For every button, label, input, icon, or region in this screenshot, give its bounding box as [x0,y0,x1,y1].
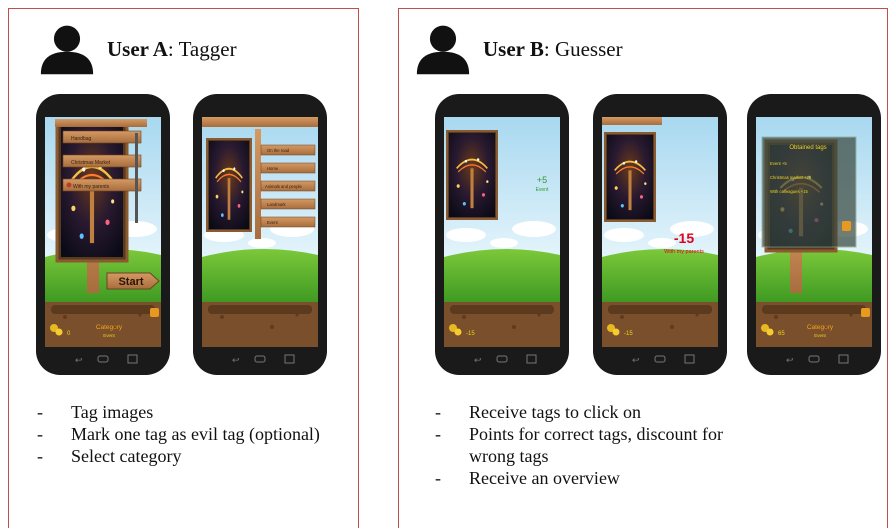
tag-sign-label-3: With my parents [73,184,110,190]
user-a-panel: User A: Tagger Handbag Christmas Market … [8,8,359,528]
user-b-title: User B: Guesser [483,37,623,62]
score-delta: -15 [674,230,694,246]
category-sign-label-5: Event [267,220,279,225]
overview-item-1: Event +5 [770,161,787,166]
category-label: Category [807,324,834,331]
tagger-phone-tagging: Handbag Christmas Market With my parents… [36,94,170,375]
coins-count: -15 [624,331,633,337]
user-b-bullets: Receive tags to click on Points for corr… [435,401,735,489]
category-value: Event [103,333,115,338]
guesser-phone-overview: Obtained tags Event +5 Christmas market … [747,94,881,375]
score-delta: +5 [537,175,547,185]
coins-count: -15 [466,331,475,337]
bullet-item: Points for correct tags, discount for wr… [435,423,735,467]
tagger-phone-category: On the road Home Animals and people Land… [193,94,327,375]
overview-title: Obtained tags [789,145,826,151]
user-b-role: : Guesser [543,36,623,61]
category-sign-2[interactable]: Home [260,162,316,174]
tag-sign-label-1: Handbag [71,136,92,142]
category-sign-label-1: On the road [267,148,290,153]
bullet-item: Receive tags to click on [435,401,735,423]
score-tag: Event [536,187,549,193]
tag-sign-1[interactable]: Handbag [62,130,142,144]
back-nav-icon: ↩ [474,355,482,365]
category-value: Event [814,333,826,338]
back-nav-icon: ↩ [232,355,240,365]
category-sign-3[interactable]: Animals and people [260,180,316,192]
overview-item-2: Christmas market +25 [770,175,812,180]
user-silhouette-icon [415,23,471,75]
category-sign-label-3: Animals and people [265,184,302,189]
photo [449,133,495,217]
bullet-item: Mark one tag as evil tag (optional) [37,423,337,445]
back-nav-icon: ↩ [75,355,83,365]
user-a-title: User A: Tagger [107,37,237,62]
photo [209,141,249,229]
category-sign-5[interactable]: Event [260,216,316,228]
bullet-item: Select category [37,445,337,467]
back-nav-icon: ↩ [632,355,640,365]
category-sign-label-2: Home [267,166,279,171]
guesser-phone-correct: +5 Event -15 ↩ [435,94,569,375]
tag-sign-label-2: Christmas Market [71,160,111,166]
chest-icon [861,308,870,317]
tag-sign-3[interactable]: With my parents [62,178,142,192]
user-silhouette-icon [39,23,95,75]
chest-icon [150,308,159,317]
user-a-role: : Tagger [167,36,237,61]
user-a-name: User A [107,36,168,61]
start-button[interactable]: Start [106,272,160,290]
category-sign-label-4: Landmark [267,202,287,207]
back-nav-icon: ↩ [786,355,794,365]
overview-panel: Obtained tags Event +5 Christmas market … [761,136,857,248]
category-sign-1[interactable]: On the road [260,144,316,156]
score-tag: With my parents [664,249,704,255]
user-b-header: User B: Guesser [415,23,623,75]
chest-icon [842,221,851,231]
bullet-item: Tag images [37,401,337,423]
category-sign-4[interactable]: Landmark [260,198,316,210]
user-a-header: User A: Tagger [39,23,237,75]
photo [607,135,653,219]
coins-count: 65 [778,331,785,337]
overview-item-3: With colleagues +15 [770,189,808,194]
tag-sign-2[interactable]: Christmas Market [62,154,142,168]
start-label: Start [118,276,143,288]
user-b-panel: User B: Guesser +5 Event -15 ↩ -15 With … [398,8,888,528]
bullet-item: Receive an overview [435,467,735,489]
category-label: Category [96,324,123,331]
guesser-phone-wrong: -15 With my parents -15 ↩ [593,94,727,375]
user-a-bullets: Tag images Mark one tag as evil tag (opt… [37,401,337,467]
user-b-name: User B [483,36,544,61]
